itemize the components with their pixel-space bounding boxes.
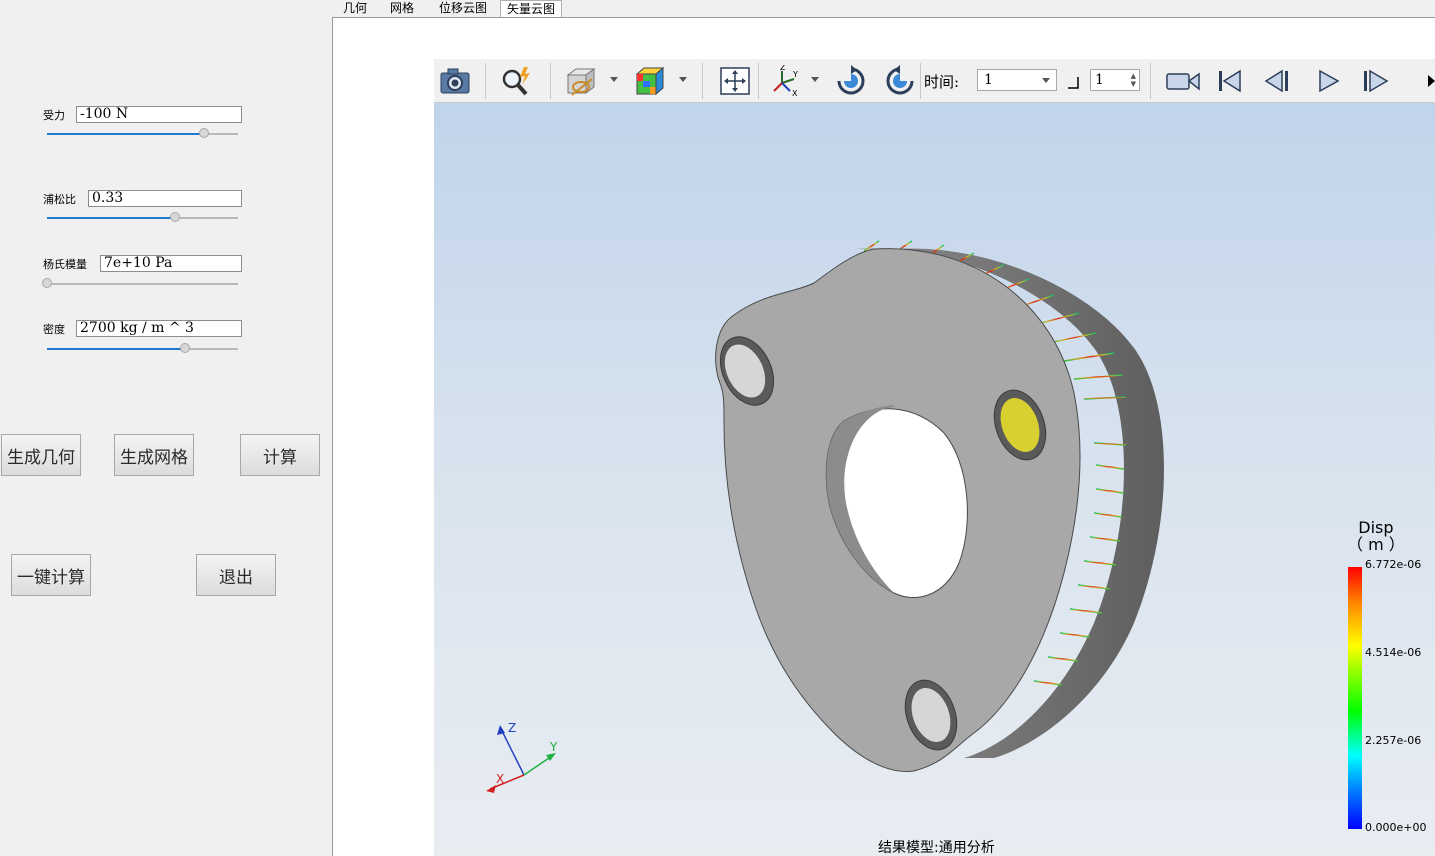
poisson-slider-handle[interactable] xyxy=(169,212,180,222)
zoom-search-icon[interactable] xyxy=(500,65,532,97)
first-frame-icon[interactable] xyxy=(1214,65,1246,97)
legend-max-label: 6.772e-06 xyxy=(1365,558,1422,571)
axis-z-label: Z xyxy=(508,721,516,735)
svg-text:X: X xyxy=(792,89,798,97)
exit-button[interactable]: 退出 xyxy=(196,554,276,596)
poisson-slider-fill xyxy=(47,217,175,219)
result-model-status: 结果模型:通用分析 xyxy=(878,840,995,856)
poisson-slider[interactable] xyxy=(47,212,238,222)
legend-mid-high-label: 4.514e-06 xyxy=(1365,646,1422,659)
force-input[interactable]: -100 N xyxy=(76,106,242,123)
toolbar-separator xyxy=(920,63,921,99)
record-video-icon[interactable] xyxy=(1165,65,1201,97)
density-slider-fill xyxy=(47,348,185,350)
youngs-modulus-label: 杨氏模量 xyxy=(43,258,87,271)
poisson-input[interactable]: 0.33 xyxy=(88,190,242,207)
toolbar-separator xyxy=(758,63,759,99)
force-label: 受力 xyxy=(43,109,65,122)
youngs-modulus-slider[interactable] xyxy=(42,278,238,288)
tab-displacement-contour[interactable]: 位移云图 xyxy=(433,0,493,16)
svg-text:Y: Y xyxy=(792,70,798,79)
poisson-label: 浦松比 xyxy=(43,193,76,206)
axis-y-label: Y xyxy=(549,740,558,754)
force-slider-fill xyxy=(47,133,204,135)
toolbar-separator xyxy=(550,63,551,99)
svg-text:Z: Z xyxy=(780,65,786,72)
toolbar-separator xyxy=(485,63,486,99)
youngs-modulus-slider-handle[interactable] xyxy=(42,278,52,288)
legend-title-quantity: Disp xyxy=(1358,518,1394,537)
force-slider-handle[interactable] xyxy=(198,128,209,138)
one-click-compute-button[interactable]: 一键计算 xyxy=(11,554,91,596)
compute-button[interactable]: 计算 xyxy=(240,434,320,476)
step-spinbox-value: 1 xyxy=(1095,72,1104,88)
tab-geometry[interactable]: 几何 xyxy=(337,0,373,16)
last-frame-icon[interactable] xyxy=(1428,73,1435,89)
youngs-modulus-input[interactable]: 7e+10 Pa xyxy=(100,255,242,272)
density-slider-handle[interactable] xyxy=(179,343,190,353)
density-slider[interactable] xyxy=(47,343,238,353)
camera-icon[interactable] xyxy=(439,65,471,97)
prev-frame-icon[interactable] xyxy=(1262,65,1294,97)
step-corner-icon xyxy=(1068,77,1079,89)
fit-view-icon[interactable] xyxy=(719,65,751,97)
step-spinbox[interactable]: 1 ▲ ▼ xyxy=(1090,69,1140,91)
legend-title: Disp （ m ） xyxy=(1347,519,1405,553)
spin-arrows-icon[interactable]: ▲ ▼ xyxy=(1131,72,1136,88)
parameter-panel: 受力 -100 N 浦松比 0.33 杨氏模量 7e+10 Pa 密度 2700… xyxy=(0,0,331,856)
tab-mesh[interactable]: 网格 xyxy=(384,0,420,16)
color-dropdown-arrow[interactable] xyxy=(679,77,687,82)
legend-title-unit: （ m ） xyxy=(1347,535,1405,554)
legend-colorbar xyxy=(1348,567,1362,829)
chevron-down-icon xyxy=(1042,78,1050,83)
density-input[interactable]: 2700 kg / m ^ 3 xyxy=(76,320,242,337)
axes-orientation-icon[interactable]: Z Y X xyxy=(770,65,802,97)
color-cube-icon[interactable] xyxy=(633,65,665,97)
density-label: 密度 xyxy=(43,323,65,336)
toolbar-separator xyxy=(702,63,703,99)
clip-plane-icon[interactable] xyxy=(564,65,596,97)
time-select-value: 1 xyxy=(984,72,993,88)
play-icon[interactable] xyxy=(1312,65,1344,97)
viewer-toolbar: Z Y X 时间: 1 1 ▲ ▼ xyxy=(434,59,1435,103)
3d-viewport[interactable]: Z Y X Disp （ m ） 6.772e-06 4.514e-06 2.2… xyxy=(434,103,1435,856)
legend-mid-low-label: 2.257e-06 xyxy=(1365,734,1422,747)
rotate-cw-icon[interactable] xyxy=(835,65,867,97)
force-slider[interactable] xyxy=(47,128,238,138)
time-select[interactable]: 1 xyxy=(977,69,1057,91)
flange-vector-model: Z Y X xyxy=(486,240,1164,793)
toolbar-separator xyxy=(1150,63,1151,99)
time-label: 时间: xyxy=(924,73,960,91)
legend-min-label: 0.000e+00 xyxy=(1365,821,1427,834)
axes-dropdown-arrow[interactable] xyxy=(811,77,819,82)
generate-geometry-button[interactable]: 生成几何 xyxy=(1,434,81,476)
clip-dropdown-arrow[interactable] xyxy=(610,77,618,82)
next-frame-icon[interactable] xyxy=(1359,65,1391,97)
tab-vector-contour[interactable]: 矢量云图 xyxy=(500,0,563,17)
orientation-axes: Z Y X xyxy=(486,721,558,793)
axis-x-label: X xyxy=(496,772,504,786)
generate-mesh-button[interactable]: 生成网格 xyxy=(114,434,194,476)
rotate-ccw-icon[interactable] xyxy=(884,65,916,97)
